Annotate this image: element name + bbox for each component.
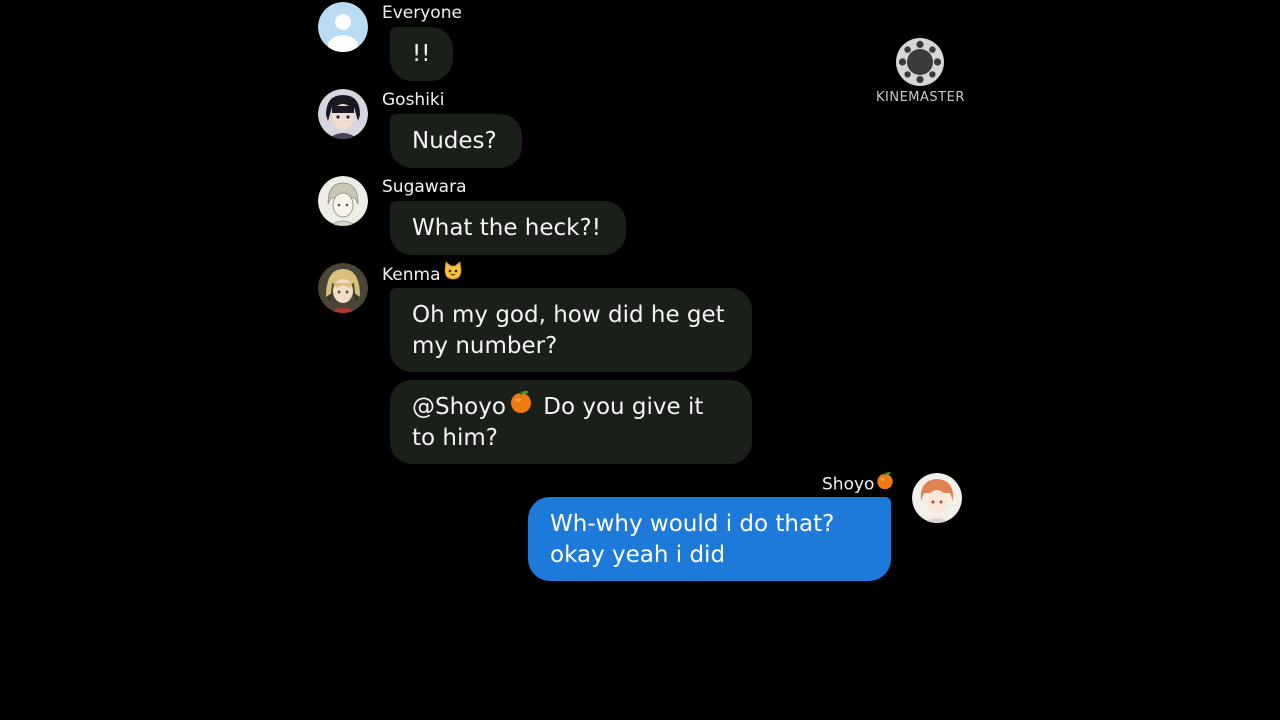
kenma-avatar (318, 263, 368, 313)
sender-name-sugawara: Sugawara (382, 177, 467, 197)
sugawara-avatar (318, 176, 368, 226)
avatar-shoyo[interactable] (912, 473, 962, 523)
message-bubble[interactable]: Nudes? (390, 114, 522, 168)
message-text-line: Wh-why would i do that? (550, 511, 835, 537)
kinemaster-wordmark: KINEMASTER (876, 90, 965, 105)
kinemaster-watermark: KINEMASTER (876, 37, 964, 105)
sender-name-kenma: Kenma (382, 261, 463, 286)
sender-name-goshiki: Goshiki (382, 90, 445, 110)
message-bubble[interactable]: @Shoyo Do you give it to him? (390, 380, 752, 464)
message-text-line: Oh my god, how did he get (412, 302, 725, 328)
goshiki-avatar (318, 89, 368, 139)
avatar-everyone[interactable] (318, 2, 368, 52)
message-text-line: okay yeah i did (550, 542, 726, 568)
message-text: What the heck?! (412, 215, 601, 241)
sender-name-shoyo: Shoyo (822, 472, 895, 495)
default-person-icon (318, 2, 368, 52)
avatar-sugawara[interactable] (318, 176, 368, 226)
message-text-line: to him? (412, 425, 498, 451)
message-text: Nudes? (412, 128, 497, 154)
tangerine-emoji (875, 470, 895, 495)
message-text-line: my number? (412, 333, 558, 359)
message-text: !! (412, 41, 431, 67)
avatar-kenma[interactable] (318, 263, 368, 313)
sender-name-everyone: Everyone (382, 3, 462, 23)
message-bubble[interactable]: !! (390, 27, 453, 81)
tangerine-emoji (508, 388, 534, 423)
message-text-line: @Shoyo Do you give it (412, 390, 730, 423)
avatar-goshiki[interactable] (318, 89, 368, 139)
mention-link[interactable]: @Shoyo (412, 394, 506, 420)
cat-face-emoji (443, 261, 463, 286)
kinemaster-logo-icon (895, 37, 945, 87)
message-bubble-outgoing[interactable]: Wh-why would i do that? okay yeah i did (528, 497, 891, 581)
message-bubble[interactable]: What the heck?! (390, 201, 626, 255)
shoyo-avatar (912, 473, 962, 523)
message-bubble[interactable]: Oh my god, how did he get my number? (390, 288, 752, 372)
